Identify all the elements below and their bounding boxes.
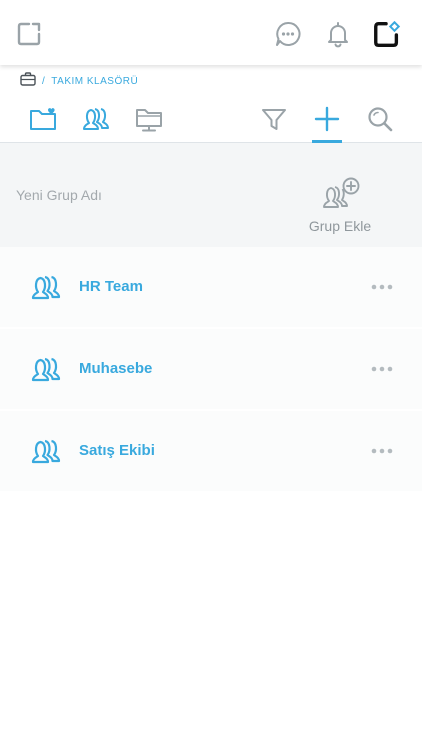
screen-folder-icon[interactable]	[133, 103, 165, 135]
filter-icon[interactable]	[258, 103, 290, 135]
more-options-icon[interactable]	[368, 441, 396, 461]
briefcase-icon[interactable]	[20, 71, 36, 91]
chat-icon[interactable]	[273, 19, 303, 49]
favorite-folder-icon[interactable]	[27, 103, 59, 135]
groups-icon[interactable]	[80, 103, 112, 135]
group-icon	[30, 436, 62, 471]
group-icon	[30, 354, 62, 389]
group-row[interactable]: Satış Ekibi	[0, 411, 422, 491]
group-name: Satış Ekibi	[79, 442, 155, 459]
more-options-icon[interactable]	[368, 359, 396, 379]
group-row[interactable]: HR Team	[0, 247, 422, 327]
breadcrumb-separator: /	[42, 75, 46, 87]
group-icon	[30, 272, 62, 307]
group-name: HR Team	[79, 278, 143, 295]
new-group-name-input[interactable]	[16, 183, 246, 207]
more-options-icon[interactable]	[368, 277, 396, 297]
bell-icon[interactable]	[323, 19, 353, 49]
brand-logo-icon[interactable]	[14, 19, 44, 49]
profile-logo-icon[interactable]	[372, 19, 402, 49]
search-icon[interactable]	[364, 103, 396, 135]
add-group-icon	[321, 176, 361, 217]
toolbar	[0, 100, 422, 143]
top-bar	[0, 0, 422, 65]
group-name: Muhasebe	[79, 360, 153, 377]
breadcrumb-current[interactable]: TAKIM KLASÖRÜ	[51, 76, 138, 87]
group-row[interactable]: Muhasebe	[0, 329, 422, 409]
add-group-button[interactable]: Grup Ekle	[300, 176, 380, 238]
add-group-label: Grup Ekle	[308, 218, 372, 234]
plus-icon[interactable]	[311, 103, 343, 135]
breadcrumb: / TAKIM KLASÖRÜ	[20, 71, 138, 91]
